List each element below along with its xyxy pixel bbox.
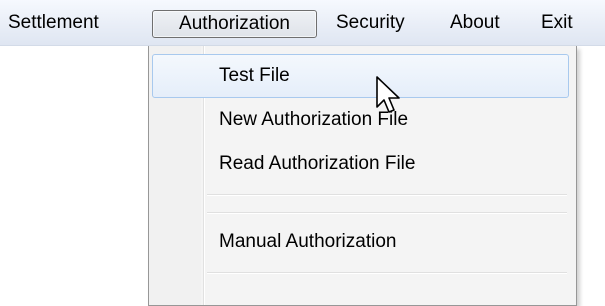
menu-exit[interactable]: Exit (541, 10, 573, 38)
menu-item-read-authorization-file[interactable]: Read Authorization File (152, 143, 569, 187)
menu-about[interactable]: About (450, 10, 500, 38)
menu-settlement[interactable]: Settlement (8, 10, 99, 38)
menu-separator (207, 212, 567, 214)
menu-item-test-file[interactable]: Test File (152, 54, 569, 98)
menu-item-new-authorization-file[interactable]: New Authorization File (152, 99, 569, 143)
menu-separator (207, 272, 567, 274)
menu-bar: Settlement Authorization Security About … (0, 0, 605, 46)
menu-item-manual-authorization[interactable]: Manual Authorization (152, 221, 569, 265)
menu-authorization[interactable]: Authorization (152, 10, 317, 38)
authorization-dropdown-menu: Test File New Authorization File Read Au… (148, 46, 577, 306)
menu-security[interactable]: Security (336, 10, 405, 38)
menu-separator (207, 194, 567, 196)
